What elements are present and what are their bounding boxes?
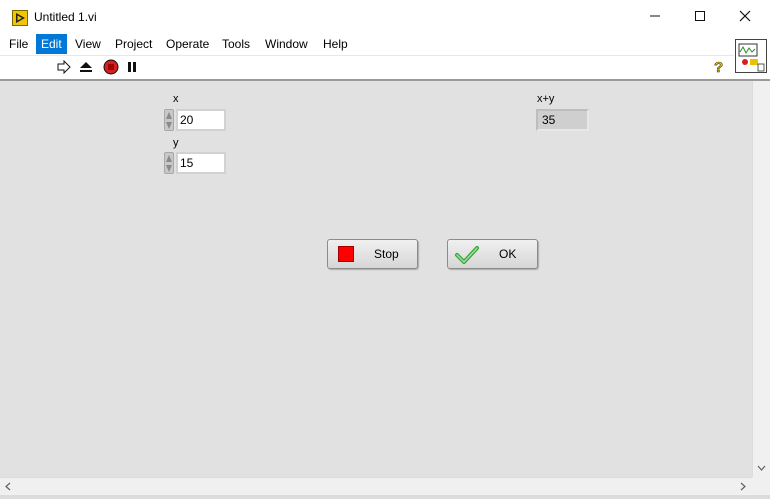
x-input[interactable]: 20 xyxy=(176,109,226,131)
front-panel: x 20 y 15 x+y 35 Stop OK xyxy=(0,81,752,477)
abort-button[interactable] xyxy=(103,59,119,78)
increment-arrow-icon xyxy=(166,112,172,119)
context-help-button[interactable]: ? xyxy=(711,58,727,78)
y-increment-decrement[interactable] xyxy=(164,152,174,174)
menu-help[interactable]: Help xyxy=(318,34,353,54)
run-continuously-button[interactable] xyxy=(78,60,94,76)
menu-view[interactable]: View xyxy=(70,34,106,54)
menu-tools[interactable]: Tools xyxy=(217,34,255,54)
decrement-arrow-icon xyxy=(166,122,172,129)
pause-icon xyxy=(126,61,138,76)
decrement-arrow-icon xyxy=(166,165,172,172)
run-arrow-icon xyxy=(57,59,71,77)
y-numeric-control: 15 xyxy=(164,152,228,174)
minimize-icon xyxy=(649,9,661,25)
checkmark-icon xyxy=(454,245,480,268)
menu-project[interactable]: Project xyxy=(110,34,157,54)
run-button[interactable] xyxy=(56,59,72,77)
scrollbar-corner xyxy=(752,477,770,495)
x-numeric-control: 20 xyxy=(164,109,228,131)
menu-file[interactable]: File xyxy=(4,34,33,54)
title-bar: Untitled 1.vi xyxy=(0,0,770,34)
minimize-button[interactable] xyxy=(632,0,678,34)
sum-indicator: 35 xyxy=(536,109,589,131)
scroll-left-icon[interactable] xyxy=(5,482,11,494)
maximize-icon xyxy=(694,9,706,25)
vi-connector-icon[interactable] xyxy=(735,39,767,73)
vertical-scrollbar[interactable] xyxy=(752,81,770,477)
stop-square-icon xyxy=(338,246,354,262)
close-icon xyxy=(739,9,751,25)
context-help-icon: ? xyxy=(712,58,726,78)
toolbar: ? xyxy=(0,55,734,80)
maximize-button[interactable] xyxy=(677,0,723,34)
sum-label: x+y xyxy=(537,93,555,105)
run-continuously-icon xyxy=(79,60,93,77)
x-increment-decrement[interactable] xyxy=(164,109,174,131)
stop-button[interactable]: Stop xyxy=(327,239,418,269)
stop-button-label: Stop xyxy=(374,247,399,261)
scroll-down-icon[interactable] xyxy=(757,463,766,474)
ok-button[interactable]: OK xyxy=(447,239,538,269)
close-button[interactable] xyxy=(722,0,768,34)
y-input[interactable]: 15 xyxy=(176,152,226,174)
window-title: Untitled 1.vi xyxy=(34,10,97,24)
increment-arrow-icon xyxy=(166,155,172,162)
y-label: y xyxy=(173,137,179,149)
x-label: x xyxy=(173,93,179,105)
svg-text:?: ? xyxy=(714,59,723,75)
menu-window[interactable]: Window xyxy=(260,34,313,54)
scroll-right-icon[interactable] xyxy=(740,482,746,494)
menu-edit[interactable]: Edit xyxy=(36,34,67,54)
window-bottom-edge xyxy=(0,495,770,499)
labview-vi-icon xyxy=(12,10,28,26)
menu-bar: File Edit View Project Operate Tools Win… xyxy=(0,34,770,55)
menu-operate[interactable]: Operate xyxy=(161,34,214,54)
pause-button[interactable] xyxy=(124,60,140,76)
ok-button-label: OK xyxy=(499,247,517,261)
horizontal-scrollbar[interactable] xyxy=(0,477,752,495)
abort-execution-icon xyxy=(103,59,119,78)
